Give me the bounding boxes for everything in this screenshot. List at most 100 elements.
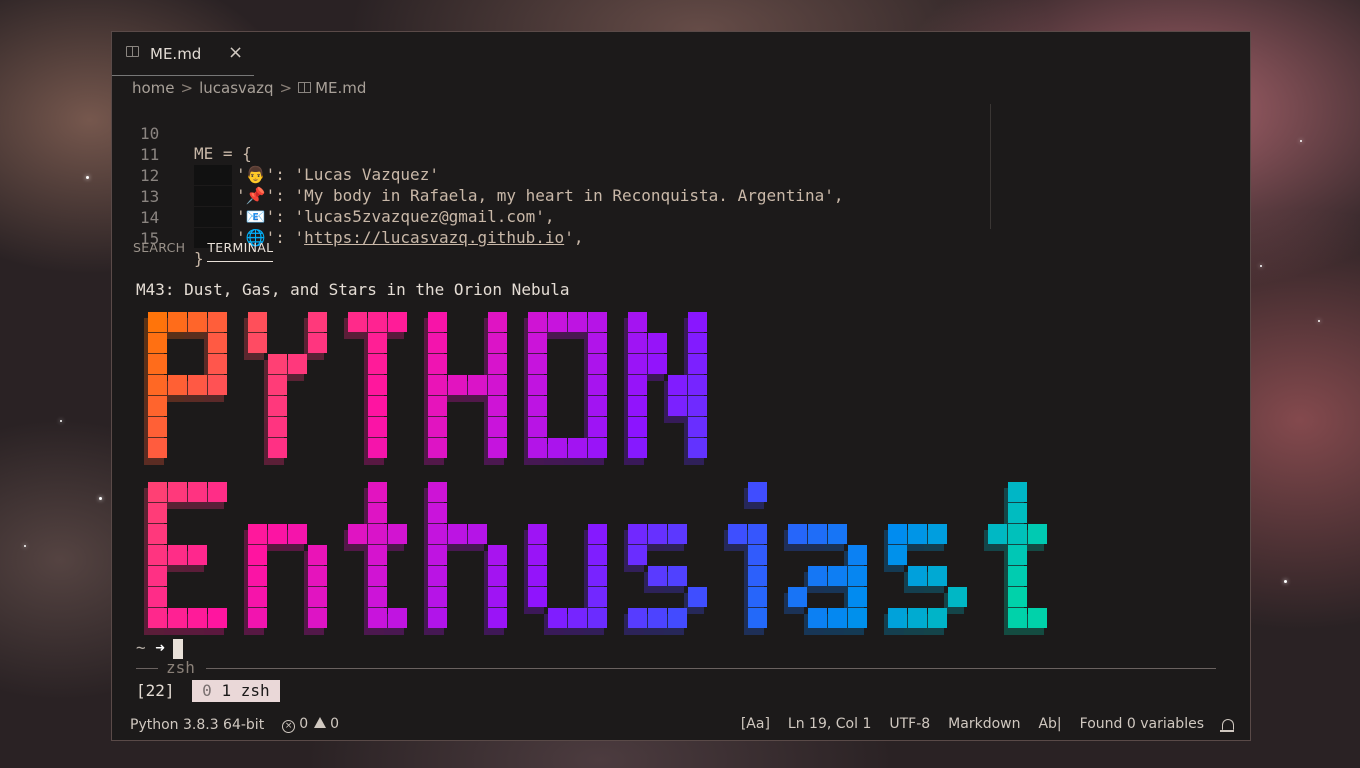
code-text: ': 'lucas5zvazquez@gmail.com',: [265, 207, 555, 226]
tab-terminal[interactable]: TERMINAL: [207, 240, 274, 262]
background-star: [86, 176, 89, 179]
art-pixel: [688, 587, 707, 607]
panel-tabs: SEARCH TERMINAL: [133, 240, 274, 262]
art-pixel: [388, 312, 407, 332]
art-pixel: [588, 396, 607, 416]
editor-window: ME.md × home > lucasvazq > ME.md 10 ME =…: [111, 31, 1251, 741]
art-pixel: [588, 545, 607, 565]
breadcrumb-item-lucasvazq[interactable]: lucasvazq: [199, 79, 273, 97]
art-pixel: [148, 566, 167, 586]
art-pixel: [848, 587, 867, 607]
tab-search[interactable]: SEARCH: [133, 240, 185, 262]
art-pixel: [528, 545, 547, 565]
status-bar: Python 3.8.3 64-bit × 0 0 [Aa] Ln 19, Col …: [112, 710, 1250, 740]
tab-bar: ME.md ×: [112, 32, 1250, 76]
breadcrumb-item-file[interactable]: ME.md: [298, 79, 366, 97]
terminal-cursor: [172, 638, 183, 659]
indent-guide: [194, 165, 232, 185]
breadcrumb-item-home[interactable]: home: [132, 79, 175, 97]
close-icon[interactable]: ×: [228, 42, 243, 63]
warning-icon: [314, 717, 327, 728]
art-pixel: [428, 545, 447, 565]
art-pixel: [748, 608, 767, 628]
art-pixel: [928, 608, 947, 628]
error-count: 0: [299, 716, 309, 732]
code-editor[interactable]: 10 ME = { 11 '👨': 'Lucas Vazquez' 12 '📌'…: [112, 104, 992, 268]
quote: ': [236, 186, 246, 205]
art-pixel: [428, 438, 447, 458]
background-star: [1260, 265, 1262, 267]
prompt-tilde: ~: [136, 638, 146, 657]
code-line: 10 ME = {: [112, 104, 252, 163]
chevron-right-icon: >: [180, 79, 194, 97]
art-pixel: [368, 417, 387, 437]
art-pixel: [668, 524, 687, 544]
art-pixel: [428, 312, 447, 332]
art-pixel: [688, 312, 707, 332]
variables-status[interactable]: Found 0 variables: [1080, 716, 1204, 732]
art-pixel: [388, 608, 407, 628]
ascii-art-banner: [144, 312, 1047, 635]
art-pixel: [628, 417, 647, 437]
art-pixel: [688, 438, 707, 458]
art-pixel: [948, 587, 967, 607]
art-pixel: [488, 417, 507, 437]
tab-me-md[interactable]: ME.md ×: [112, 32, 254, 76]
art-pixel: [688, 333, 707, 353]
background-star: [60, 420, 62, 422]
art-pixel: [148, 438, 167, 458]
art-pixel: [428, 608, 447, 628]
editor-ruler: [990, 104, 991, 229]
quote: ': [236, 207, 246, 226]
background-star: [1318, 320, 1320, 322]
art-pixel: [148, 524, 167, 544]
email-emoji: 📧: [245, 207, 266, 226]
art-pixel: [368, 482, 387, 502]
url-link[interactable]: https://lucasvazq.github.io: [304, 228, 564, 247]
encoding[interactable]: UTF-8: [889, 716, 930, 732]
background-star: [1284, 580, 1287, 583]
background-star: [1300, 140, 1302, 142]
art-pixel: [648, 333, 667, 353]
code-line: 14 '🌐': 'https://lucasvazq.github.io',: [140, 208, 584, 248]
art-pixel: [428, 482, 447, 502]
language-mode[interactable]: Markdown: [948, 716, 1020, 732]
cursor-position[interactable]: Ln 19, Col 1: [788, 716, 871, 732]
problems-indicator[interactable]: × 0 0: [282, 716, 339, 733]
tmux-window-tab[interactable]: 0 1 zsh: [192, 680, 280, 702]
art-pixel: [488, 333, 507, 353]
art-pixel: [208, 375, 227, 395]
art-pixel: [208, 354, 227, 374]
python-interpreter[interactable]: Python 3.8.3 64-bit: [130, 717, 264, 733]
art-pixel: [148, 417, 167, 437]
art-pixel: [848, 545, 867, 565]
art-pixel: [288, 354, 307, 374]
art-pixel: [528, 417, 547, 437]
art-pixel: [1008, 566, 1027, 586]
art-pixel: [588, 438, 607, 458]
art-pixel: [368, 396, 387, 416]
art-pixel: [488, 354, 507, 374]
art-pixel: [248, 587, 267, 607]
art-word-python: [144, 312, 707, 465]
art-pixel: [308, 312, 327, 332]
art-pixel: [528, 566, 547, 586]
art-pixel: [248, 608, 267, 628]
quote: ': [236, 165, 246, 184]
spell-check[interactable]: Ab|: [1038, 716, 1061, 732]
art-pixel: [428, 503, 447, 523]
terminal[interactable]: M43: Dust, Gas, and Stars in the Orion N…: [136, 280, 1236, 710]
art-pixel: [588, 354, 607, 374]
art-pixel: [268, 417, 287, 437]
art-pixel: [468, 524, 487, 544]
case-sensitivity[interactable]: [Aa]: [741, 716, 770, 732]
tmux-window-index: 0: [202, 681, 212, 700]
pushpin-emoji: 📌: [245, 186, 266, 205]
art-pixel: [588, 375, 607, 395]
warning-count: 0: [330, 716, 340, 732]
art-pixel: [368, 333, 387, 353]
art-pixel: [488, 566, 507, 586]
code-text: ',: [564, 228, 584, 247]
bell-icon[interactable]: [1220, 718, 1234, 732]
code-text: ': 'My body in Rafaela, my heart in Reco…: [265, 186, 844, 205]
